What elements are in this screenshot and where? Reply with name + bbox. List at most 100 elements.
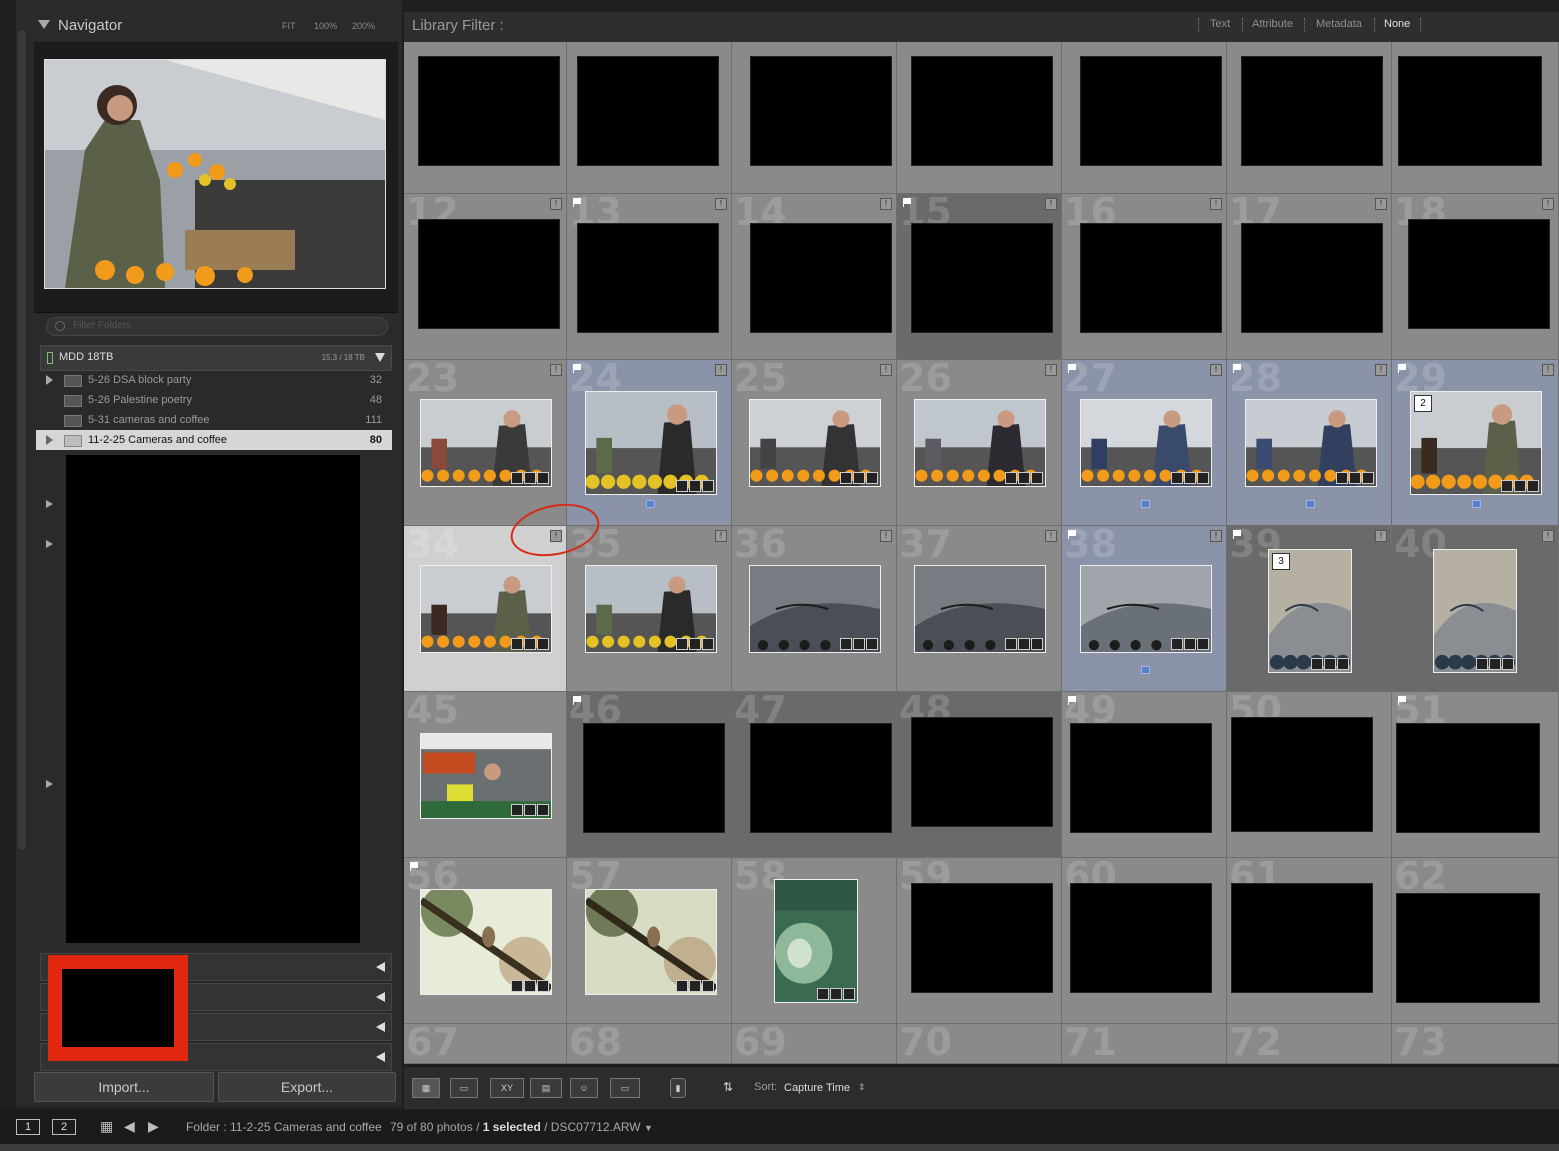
crop-badge-icon[interactable]: [524, 804, 536, 816]
redacted-thumbnail[interactable]: [911, 883, 1053, 993]
redacted-thumbnail[interactable]: [1408, 219, 1550, 329]
redacted-thumbnail[interactable]: [418, 219, 560, 329]
left-panel-scrollbar[interactable]: [18, 30, 26, 850]
photo-thumbnail[interactable]: [1433, 549, 1517, 673]
photo-thumbnail[interactable]: [420, 399, 552, 487]
left-panel-edge[interactable]: [0, 0, 16, 1107]
grid-cell[interactable]: 28!: [1227, 360, 1392, 526]
expand-left-icon[interactable]: [376, 962, 385, 972]
grid-cell[interactable]: 25!: [732, 360, 897, 526]
develop-badge-icon[interactable]: [676, 480, 688, 492]
navigator-preview[interactable]: [34, 42, 398, 313]
grid-cell[interactable]: 48: [897, 692, 1062, 858]
develop-badge-icon[interactable]: [1476, 658, 1488, 670]
disclosure-triangle-icon[interactable]: [46, 500, 53, 508]
develop-badge-icon[interactable]: [1005, 472, 1017, 484]
chevron-down-icon[interactable]: [375, 353, 385, 362]
redacted-thumbnail[interactable]: [577, 56, 719, 166]
crop-badge-icon[interactable]: [853, 638, 865, 650]
keyword-badge-icon[interactable]: [537, 980, 549, 992]
crop-badge-icon[interactable]: [1489, 658, 1501, 670]
disclosure-triangle-icon[interactable]: [46, 540, 53, 548]
unsaved-metadata-icon[interactable]: !: [550, 364, 562, 376]
redacted-thumbnail[interactable]: [418, 56, 560, 166]
photo-thumbnail[interactable]: [914, 565, 1046, 653]
disclosure-triangle-icon[interactable]: [46, 375, 53, 385]
flag-icon[interactable]: [1398, 364, 1407, 373]
redacted-thumbnail[interactable]: [583, 723, 725, 833]
grid-cell[interactable]: 49: [1062, 692, 1227, 858]
redacted-thumbnail[interactable]: [1231, 883, 1373, 993]
stack-count-badge[interactable]: 3: [1272, 553, 1290, 570]
import-button[interactable]: Import...: [34, 1072, 214, 1102]
grid-cell[interactable]: 50: [1227, 692, 1392, 858]
flag-icon[interactable]: [573, 198, 582, 207]
grid-cell[interactable]: [1392, 42, 1559, 194]
keyword-badge-icon[interactable]: [866, 638, 878, 650]
redacted-thumbnail[interactable]: [1231, 717, 1373, 832]
photo-thumbnail[interactable]: [1245, 399, 1377, 487]
keyword-badge-icon[interactable]: [537, 804, 549, 816]
folder-item[interactable]: 5-26 Palestine poetry 48: [36, 390, 392, 410]
grid-icon[interactable]: ▦: [100, 1118, 113, 1135]
flag-icon[interactable]: [410, 862, 419, 871]
unsaved-metadata-icon[interactable]: !: [880, 364, 892, 376]
crop-badge-icon[interactable]: [1324, 658, 1336, 670]
grid-cell[interactable]: 14!: [732, 194, 897, 360]
redacted-thumbnail[interactable]: [911, 717, 1053, 827]
redacted-thumbnail[interactable]: [911, 56, 1053, 166]
flag-icon[interactable]: [1068, 364, 1077, 373]
unsaved-metadata-icon[interactable]: !: [1210, 364, 1222, 376]
grid-cell[interactable]: 12!: [404, 194, 567, 360]
unsaved-metadata-icon[interactable]: !: [1045, 530, 1057, 542]
grid-cell[interactable]: 72: [1227, 1024, 1392, 1064]
crop-badge-icon[interactable]: [524, 638, 536, 650]
painter-spray-icon[interactable]: ▮: [670, 1078, 686, 1098]
unsaved-metadata-icon[interactable]: !: [1375, 364, 1387, 376]
photo-grid[interactable]: 12! 13! 14! 15! 16! 17! 18! 23! 24! 25! 26! 27! 28! 2…: [404, 42, 1559, 1064]
compare-view-icon[interactable]: XY: [490, 1078, 524, 1098]
redacted-thumbnail[interactable]: [1080, 223, 1222, 333]
grid-cell[interactable]: 24!: [567, 360, 732, 526]
export-button[interactable]: Export...: [218, 1072, 396, 1102]
redacted-thumbnail[interactable]: [1396, 723, 1540, 833]
crop-badge-icon[interactable]: [689, 638, 701, 650]
crop-badge-icon[interactable]: [689, 980, 701, 992]
redacted-thumbnail[interactable]: [1241, 56, 1383, 166]
grid-cell[interactable]: 58: [732, 858, 897, 1024]
folder-item[interactable]: 5-26 DSA block party 32: [36, 370, 392, 390]
unsaved-metadata-icon[interactable]: !: [1542, 530, 1554, 542]
grid-cell[interactable]: 51: [1392, 692, 1559, 858]
keyword-badge-icon[interactable]: [1362, 472, 1374, 484]
crop-badge-icon[interactable]: [1018, 638, 1030, 650]
expand-left-icon[interactable]: [376, 1052, 385, 1062]
photo-thumbnail[interactable]: 3: [1268, 549, 1352, 673]
crop-badge-icon[interactable]: [1184, 638, 1196, 650]
develop-badge-icon[interactable]: [1311, 658, 1323, 670]
keyword-badge-icon[interactable]: [866, 472, 878, 484]
crop-badge-icon[interactable]: [830, 988, 842, 1000]
stack-count-badge[interactable]: 2: [1414, 395, 1432, 412]
keyword-badge-icon[interactable]: [702, 638, 714, 650]
unsaved-metadata-icon[interactable]: !: [715, 530, 727, 542]
expand-left-icon[interactable]: [376, 992, 385, 1002]
flag-icon[interactable]: [1398, 696, 1407, 705]
photo-thumbnail[interactable]: [420, 733, 552, 819]
grid-cell[interactable]: 18!: [1392, 194, 1559, 360]
grid-view-icon[interactable]: ▦: [412, 1078, 440, 1098]
crop-badge-icon[interactable]: [1349, 472, 1361, 484]
grid-cell[interactable]: 35!: [567, 526, 732, 692]
crop-badge-icon[interactable]: [1514, 480, 1526, 492]
sort-chevron-icon[interactable]: ⇕: [858, 1082, 866, 1093]
zoom-fit[interactable]: FIT: [282, 21, 296, 31]
people-view-icon[interactable]: ☺: [570, 1078, 598, 1098]
unsaved-metadata-icon[interactable]: !: [1210, 198, 1222, 210]
flag-icon[interactable]: [573, 364, 582, 373]
keyword-badge-icon[interactable]: [1031, 472, 1043, 484]
unsaved-metadata-icon[interactable]: !: [1542, 198, 1554, 210]
photo-thumbnail[interactable]: [1080, 565, 1212, 653]
flag-icon[interactable]: [573, 696, 582, 705]
unsaved-metadata-icon[interactable]: !: [1375, 530, 1387, 542]
collapse-triangle-icon[interactable]: [38, 20, 50, 29]
flag-icon[interactable]: [1233, 530, 1242, 539]
